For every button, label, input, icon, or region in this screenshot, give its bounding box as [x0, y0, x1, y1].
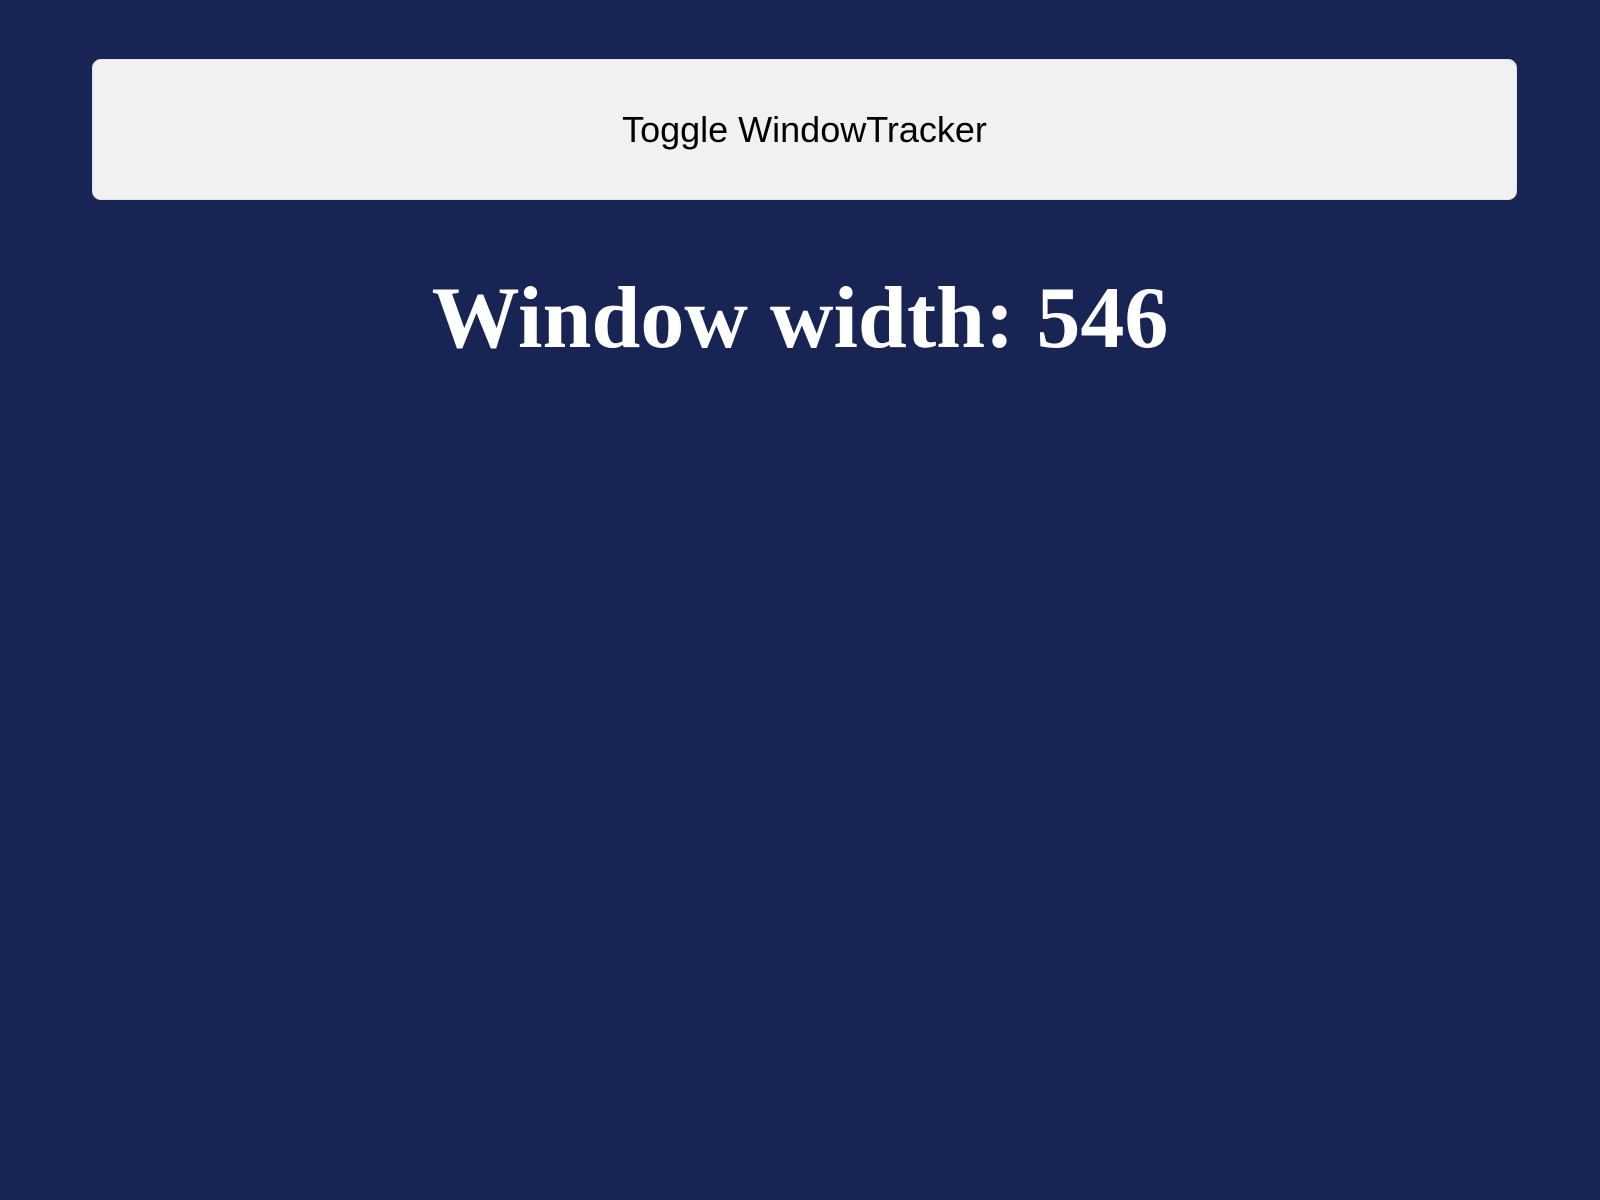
- toggle-windowtracker-button[interactable]: Toggle WindowTracker: [92, 59, 1517, 200]
- window-width-heading: Window width: 546: [431, 270, 1169, 367]
